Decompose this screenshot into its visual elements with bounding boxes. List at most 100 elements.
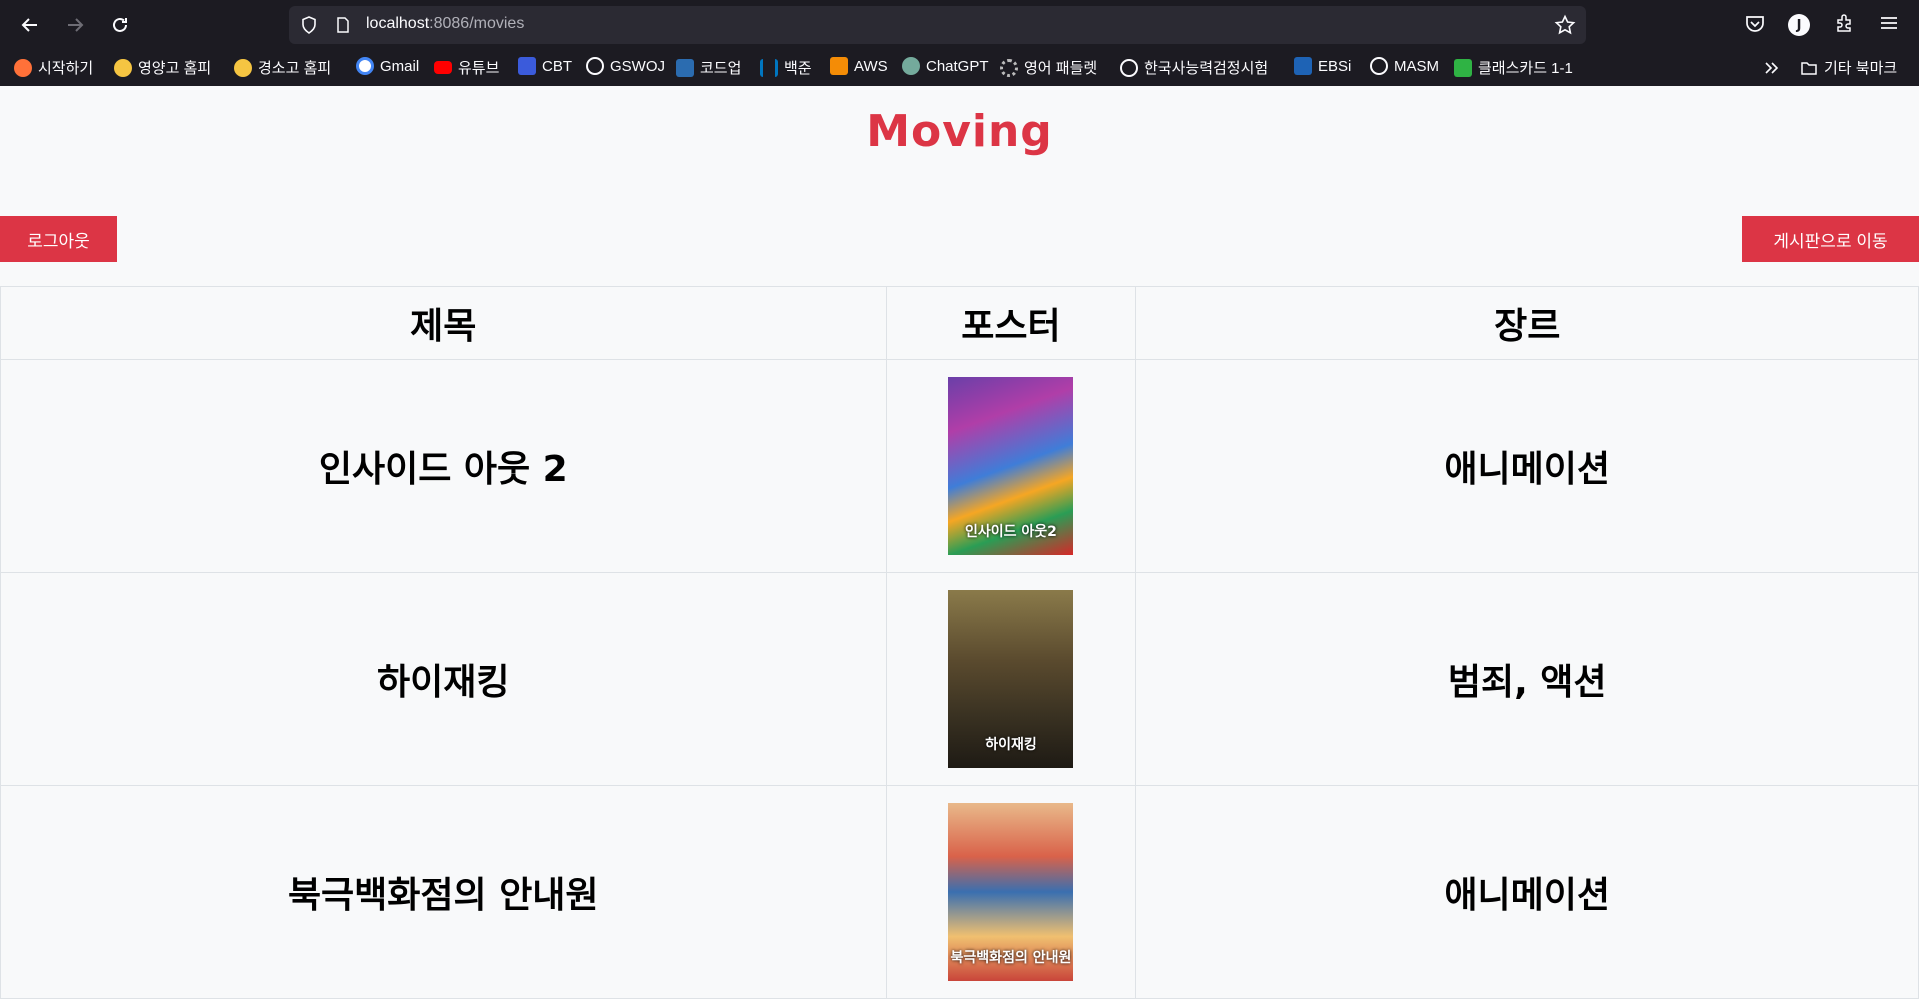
other-bookmarks-label: 기타 북마크 xyxy=(1824,60,1898,77)
bookmark-item[interactable]: GSWOJ xyxy=(586,57,665,75)
movies-table: 제목 포스터 장르 인사이드 아웃 2 인사이드 아웃2 애니메이션 하이재킹 … xyxy=(0,286,1919,999)
go-to-board-button[interactable]: 게시판으로 이동 xyxy=(1742,216,1919,262)
poster-caption: 하이재킹 xyxy=(985,737,1037,753)
bookmark-label: 코드업 xyxy=(700,60,742,77)
table-row: 하이재킹 하이재킹 범죄, 액션 xyxy=(0,572,1919,786)
pocket-icon xyxy=(1746,16,1764,32)
menu-button[interactable] xyxy=(1878,12,1900,38)
youtube-icon xyxy=(434,61,452,74)
bookmark-item[interactable]: 영양고 홈피 xyxy=(114,57,211,78)
school-mascot-icon xyxy=(234,58,252,77)
bookmark-label: GSWOJ xyxy=(610,57,665,75)
bookmark-item[interactable]: ChatGPT xyxy=(902,57,989,75)
table-row: 북극백화점의 안내원 북극백화점의 안내원 애니메이션 xyxy=(0,785,1919,999)
globe-icon xyxy=(586,57,604,75)
school-mascot-icon xyxy=(114,58,132,77)
bookmark-item[interactable]: EBSi xyxy=(1294,57,1351,75)
movie-genre: 애니메이션 xyxy=(1135,359,1919,573)
bookmark-item[interactable]: 영어 패들렛 xyxy=(1000,57,1097,78)
bookmark-label: CBT xyxy=(542,57,572,75)
back-button[interactable] xyxy=(16,12,44,38)
poster-cell: 하이재킹 xyxy=(885,572,1137,786)
puzzle-icon xyxy=(1837,14,1851,32)
chatgpt-icon xyxy=(902,57,920,75)
bookmark-item[interactable]: 시작하기 xyxy=(14,57,93,78)
bookmark-label: 시작하기 xyxy=(38,60,94,77)
column-header-title: 제목 xyxy=(0,286,887,360)
folder-icon xyxy=(1801,61,1817,75)
bookmark-label: 클래스카드 1-1 xyxy=(1478,60,1573,77)
poster-cell: 북극백화점의 안내원 xyxy=(885,785,1137,999)
bookmark-item[interactable]: 경소고 홈피 xyxy=(234,57,331,78)
column-header-genre: 장르 xyxy=(1135,286,1919,360)
bookmark-item[interactable]: 백준 xyxy=(760,57,812,78)
url-host: localhost xyxy=(366,15,430,32)
forward-arrow-icon xyxy=(68,18,84,32)
bookmark-item[interactable]: Gmail xyxy=(356,57,419,75)
bookmark-label: ChatGPT xyxy=(926,57,989,75)
other-bookmarks-folder[interactable]: 기타 북마크 xyxy=(1800,57,1897,78)
extensions-button[interactable] xyxy=(1834,12,1856,38)
firefox-icon xyxy=(14,58,32,77)
bookmark-label: 한국사능력검정시험 xyxy=(1144,60,1269,77)
page-icon xyxy=(337,17,349,33)
poster-caption: 북극백화점의 안내원 xyxy=(950,950,1072,966)
codeup-icon xyxy=(676,58,694,77)
bookmark-item[interactable]: AWS xyxy=(830,57,888,75)
poster-cell: 인사이드 아웃2 xyxy=(885,359,1137,573)
globe-icon xyxy=(1370,57,1388,75)
cbt-icon xyxy=(518,57,536,75)
account-avatar[interactable]: J xyxy=(1788,14,1810,36)
poster-image[interactable]: 하이재킹 xyxy=(948,590,1074,768)
movie-genre: 범죄, 액션 xyxy=(1135,572,1919,786)
page-title: Moving xyxy=(866,106,1053,157)
movie-title: 하이재킹 xyxy=(0,572,887,786)
bookmark-item[interactable]: 유튜브 xyxy=(434,57,499,78)
url-path: :8086/movies xyxy=(429,15,525,32)
column-header-poster: 포스터 xyxy=(885,286,1137,360)
bookmark-label: 영양고 홈피 xyxy=(138,60,212,77)
bookmark-label: EBSi xyxy=(1318,57,1352,75)
movie-genre: 애니메이션 xyxy=(1135,785,1919,999)
aws-icon xyxy=(830,57,848,75)
browser-chrome: localhost:8086/movies J 시작하기 영양고 홈피 경소고 … xyxy=(0,0,1919,86)
poster-image[interactable]: 인사이드 아웃2 xyxy=(948,377,1074,555)
bookmark-label: MASM xyxy=(1394,57,1439,75)
address-bar[interactable]: localhost:8086/movies xyxy=(289,6,1586,44)
bookmark-item[interactable]: 클래스카드 1-1 xyxy=(1454,57,1573,78)
bookmark-label: 영어 패들렛 xyxy=(1024,60,1098,77)
bookmarks-toolbar: 시작하기 영양고 홈피 경소고 홈피 Gmail 유튜브 CBT GSWOJ 코… xyxy=(0,50,1919,86)
baekjoon-icon xyxy=(760,58,778,77)
reload-icon xyxy=(113,17,127,32)
back-arrow-icon xyxy=(21,18,37,32)
bookmark-label: 백준 xyxy=(784,60,812,77)
table-header-row: 제목 포스터 장르 xyxy=(0,286,1919,360)
bookmark-label: 유튜브 xyxy=(458,60,500,77)
shield-icon[interactable] xyxy=(299,15,319,35)
movie-title: 북극백화점의 안내원 xyxy=(0,785,887,999)
table-row: 인사이드 아웃 2 인사이드 아웃2 애니메이션 xyxy=(0,359,1919,573)
navigation-toolbar: localhost:8086/movies J xyxy=(0,0,1919,50)
hamburger-menu-icon xyxy=(1881,17,1897,29)
movie-title: 인사이드 아웃 2 xyxy=(0,359,887,573)
chevron-double-right-icon[interactable] xyxy=(1762,59,1780,77)
bookmark-item[interactable]: CBT xyxy=(518,57,572,75)
bookmark-item[interactable]: 코드업 xyxy=(676,57,741,78)
poster-image[interactable]: 북극백화점의 안내원 xyxy=(948,803,1074,981)
logout-button[interactable]: 로그아웃 xyxy=(0,216,117,262)
poster-caption: 인사이드 아웃2 xyxy=(965,524,1057,540)
reload-button[interactable] xyxy=(106,12,134,38)
bookmark-label: AWS xyxy=(854,57,888,75)
pocket-button[interactable] xyxy=(1744,12,1766,38)
gear-icon xyxy=(1000,58,1018,77)
globe-icon xyxy=(1120,58,1138,77)
bookmark-label: Gmail xyxy=(380,57,420,75)
url-text[interactable]: localhost:8086/movies xyxy=(366,15,524,33)
google-icon xyxy=(356,57,374,75)
bookmark-item[interactable]: 한국사능력검정시험 xyxy=(1120,57,1268,78)
bookmark-star-icon[interactable] xyxy=(1554,14,1576,36)
ebsi-icon xyxy=(1294,57,1312,75)
bookmark-label: 경소고 홈피 xyxy=(258,60,332,77)
bookmark-item[interactable]: MASM xyxy=(1370,57,1439,75)
forward-button[interactable] xyxy=(61,12,89,38)
